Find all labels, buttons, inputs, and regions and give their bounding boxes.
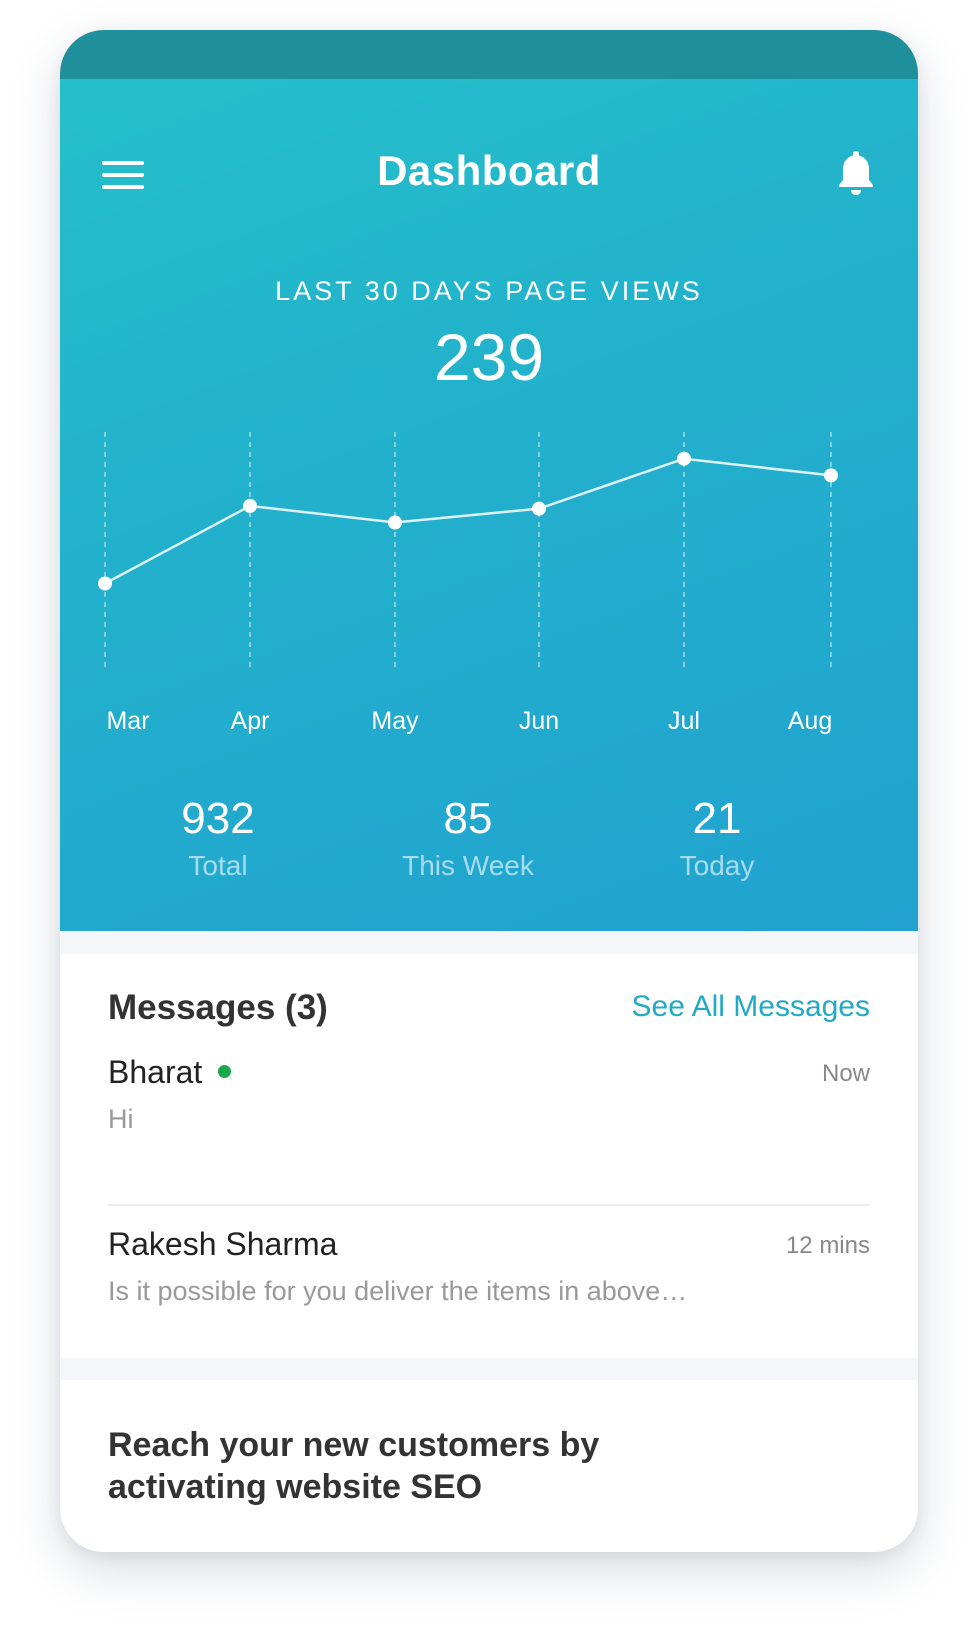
status-bar <box>60 30 918 79</box>
data-point[interactable] <box>677 451 691 466</box>
data-point[interactable] <box>532 501 546 516</box>
see-all-messages-link[interactable]: See All Messages <box>632 990 870 1024</box>
stat-label: Total <box>188 850 248 881</box>
stat-today: 21 Today <box>587 794 847 882</box>
message-preview: Is it possible for you deliver the items… <box>108 1276 688 1306</box>
messages-card: Messages (3) See All Messages Bharat Now… <box>60 954 918 1358</box>
stat-this-week: 85 This Week <box>338 794 598 882</box>
sender-name: Bharat <box>108 1054 203 1090</box>
messages-title: Messages (3) <box>108 988 328 1027</box>
sender-name: Rakesh Sharma <box>108 1226 338 1262</box>
message-time: 12 mins <box>785 1232 870 1259</box>
stat-value: 85 <box>443 794 493 843</box>
message-sender: Bharat <box>108 1054 232 1091</box>
phone-frame: Dashboard LAST 30 DAYS PAGE VIEWS 239 Ma… <box>60 30 918 1552</box>
data-point[interactable] <box>243 498 257 513</box>
data-point[interactable] <box>98 576 112 591</box>
x-tick-label: Aug <box>787 707 833 735</box>
message-time: Now <box>821 1060 870 1087</box>
message-item[interactable]: Bharat Now Hi <box>108 1054 870 1184</box>
x-tick-label: May <box>371 707 419 735</box>
dashboard-hero: Dashboard LAST 30 DAYS PAGE VIEWS 239 Ma… <box>60 79 918 931</box>
x-tick-label: Jun <box>518 707 560 735</box>
stat-value: 21 <box>692 794 742 843</box>
x-tick-label: Jul <box>668 707 700 735</box>
online-status-icon <box>218 1065 232 1079</box>
promo-title: Reach your new customers by activating w… <box>108 1426 600 1506</box>
divider <box>108 1204 870 1206</box>
x-tick-label: Apr <box>230 707 270 735</box>
stat-total: 932 Total <box>88 794 348 882</box>
message-item[interactable]: Rakesh Sharma 12 mins Is it possible for… <box>108 1226 870 1356</box>
x-tick-label: Mar <box>106 707 150 735</box>
stat-label: This Week <box>402 850 534 881</box>
stat-value: 932 <box>181 794 255 843</box>
data-point[interactable] <box>824 468 838 483</box>
seo-promo-card[interactable]: Reach your new customers by activating w… <box>60 1380 918 1552</box>
series-line <box>104 457 832 585</box>
message-preview: Hi <box>108 1104 134 1134</box>
message-sender: Rakesh Sharma <box>108 1226 337 1263</box>
stat-label: Today <box>679 850 755 881</box>
data-point[interactable] <box>388 515 402 530</box>
